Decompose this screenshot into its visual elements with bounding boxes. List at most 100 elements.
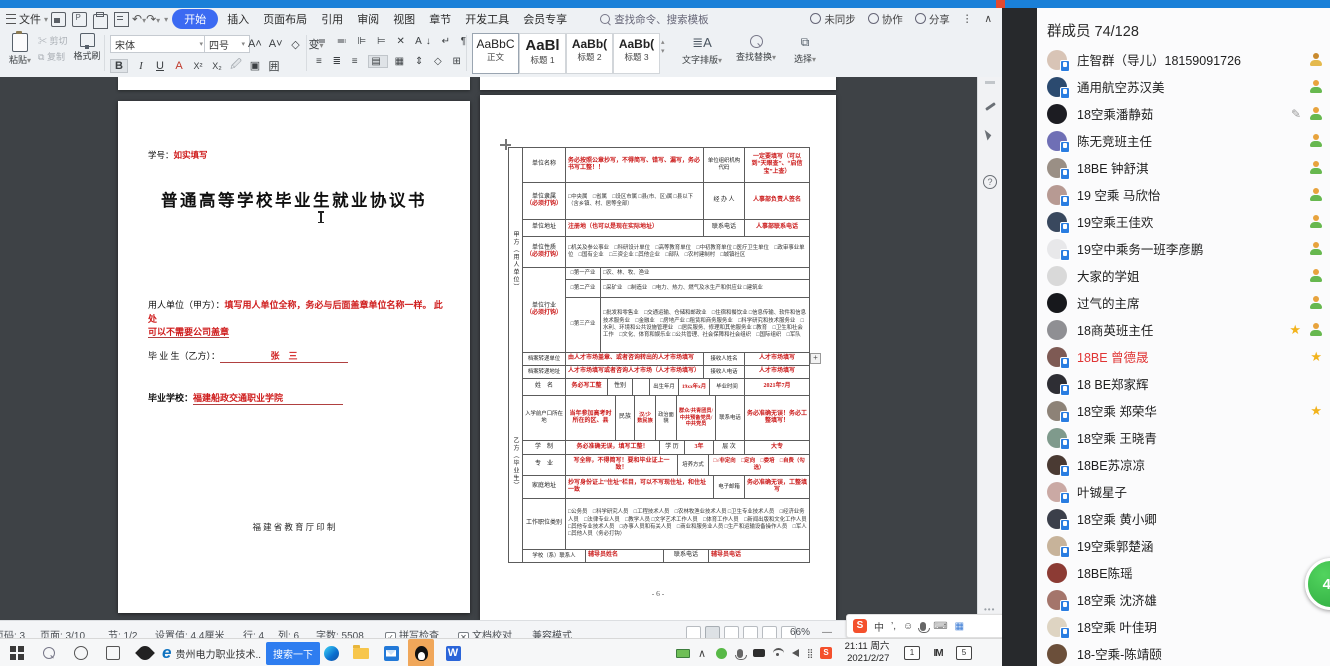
tab-dev-tools[interactable]: 开发工具 <box>458 9 516 29</box>
emoji-icon[interactable]: ☺ <box>903 621 913 632</box>
undo-button[interactable]: ↶▾ <box>132 12 146 26</box>
member-row[interactable]: 19空乘王佳欢 ✎ ★ <box>1037 208 1330 235</box>
table-resize-icon[interactable]: + <box>810 353 821 364</box>
collapse-ribbon-icon[interactable]: ∧ <box>984 13 992 25</box>
member-row[interactable]: 通用航空苏汉美 ✎ ★ <box>1037 73 1330 100</box>
pointer-tool-icon[interactable] <box>985 129 993 141</box>
taskbar-search-button[interactable] <box>36 639 62 666</box>
find-replace-button[interactable]: 查找替换▾ <box>734 35 778 63</box>
font-name-select[interactable]: 宋体▾ <box>110 35 208 53</box>
member-row[interactable]: 18空乘 叶佳玥 ✎ ★ <box>1037 613 1330 640</box>
command-search[interactable]: 查找命令、搜索模板 <box>600 12 709 27</box>
text-layout-button[interactable]: ≣A 文字排版▾ <box>680 35 724 66</box>
member-row[interactable]: 19空乘郭楚涵 ✎ ★ <box>1037 532 1330 559</box>
shrink-font-button[interactable]: A˅ <box>269 38 283 50</box>
grow-font-button[interactable]: A˄ <box>248 38 262 50</box>
export-pdf-button[interactable] <box>72 12 87 27</box>
network-tray-icon[interactable] <box>770 639 786 666</box>
tab-references[interactable]: 引用 <box>314 9 350 29</box>
member-row[interactable]: 过气的主席 ✎ ★ <box>1037 289 1330 316</box>
member-row[interactable]: 大家的学姐 ✎ ★ <box>1037 262 1330 289</box>
notification-window-1[interactable]: 1 <box>902 639 922 666</box>
member-row[interactable]: 18空乘潘静茹 ✎ ★ <box>1037 100 1330 127</box>
bold-button[interactable]: B <box>110 59 128 73</box>
keyboard-icon[interactable]: ⌨ <box>933 621 947 632</box>
member-row[interactable]: 18 BE郑家辉 ✎ ★ <box>1037 370 1330 397</box>
member-row[interactable]: 18商英班主任 ✎ ★ <box>1037 316 1330 343</box>
save-button[interactable] <box>51 12 66 27</box>
im-tray-icon[interactable]: IM <box>926 639 950 666</box>
file-explorer-button[interactable] <box>348 639 374 666</box>
ime-toolbox-icon[interactable]: ▦ <box>955 621 964 632</box>
voice-input-icon[interactable] <box>920 622 926 631</box>
tab-view[interactable]: 视图 <box>386 9 422 29</box>
taskbar-clock[interactable]: 21:11 周六2021/2/27 <box>836 639 898 666</box>
start-button[interactable] <box>4 639 30 666</box>
tray-device-icon[interactable] <box>750 639 768 666</box>
quick-access-more-icon[interactable]: ▾ <box>164 15 168 24</box>
more-menu-icon[interactable]: ⋮ <box>962 13 973 25</box>
page-left[interactable]: 学号：如实填写 普通高等学校毕业生就业协议书 用人单位（甲方）：填写用人单位全称… <box>118 101 470 613</box>
font-color-button[interactable]: A <box>173 60 185 72</box>
tab-review[interactable]: 审阅 <box>350 9 386 29</box>
redo-button[interactable]: ↷▾ <box>146 12 160 26</box>
ime-punctuation[interactable]: ’, <box>891 621 896 632</box>
style-heading3[interactable]: AaBb(标题 3 <box>613 33 660 74</box>
member-row[interactable]: 陈无竞班主任 ✎ ★ <box>1037 127 1330 154</box>
ink-annotate-icon[interactable] <box>984 101 996 113</box>
volume-tray-icon[interactable] <box>788 639 802 666</box>
shading-button[interactable]: ▣ <box>249 59 261 72</box>
share-button[interactable]: 分享 <box>915 12 950 27</box>
pinned-app-button[interactable] <box>132 639 158 666</box>
help-icon[interactable]: ? <box>983 175 997 189</box>
member-row[interactable]: 18空乘 王晓青 ✎ ★ <box>1037 424 1330 451</box>
member-row[interactable]: 18空乘 郑荣华 ✎ ★ <box>1037 397 1330 424</box>
tray-expand-icon[interactable]: ∧ <box>694 639 710 666</box>
ime-mode-chinese[interactable]: 中 <box>874 619 884 634</box>
style-normal[interactable]: AaBbC正文 <box>472 33 519 74</box>
zoom-level[interactable]: 66% <box>790 627 810 638</box>
cortana-button[interactable] <box>68 639 94 666</box>
superscript-button[interactable]: X² <box>192 61 204 71</box>
active-search-window-button[interactable]: 搜索一下 <box>266 639 320 666</box>
member-row[interactable]: 18BE 曾德晟 ✎ ★ <box>1037 343 1330 370</box>
format-painter-button[interactable]: 格式刷 <box>72 33 102 62</box>
member-row[interactable]: 庄智群（导儿）18159091726 ✎ ★ <box>1037 46 1330 73</box>
copy-button[interactable]: ⧉ 复制 <box>38 50 65 65</box>
member-row[interactable]: 19 空乘 马欣怡 ✎ ★ <box>1037 181 1330 208</box>
more-tools-icon[interactable]: ••• <box>984 605 995 614</box>
sync-status[interactable]: 未同步 <box>810 12 856 27</box>
edge-browser-button[interactable] <box>318 639 344 666</box>
input-grid-tray-icon[interactable]: ⣿ <box>803 639 817 666</box>
tray-mic-icon[interactable] <box>732 639 748 666</box>
italic-button[interactable]: I <box>135 60 147 72</box>
style-gallery-arrows[interactable]: ▴▾ <box>661 38 665 56</box>
wps-button[interactable]: W <box>440 639 466 666</box>
member-row[interactable]: 18BE苏凉凉 ✎ ★ <box>1037 451 1330 478</box>
mail-button[interactable] <box>378 639 404 666</box>
paragraph-group-top[interactable]: ≔ ≕ ⊫ ⊨ ✕ A↓ ↵ ¶ <box>316 36 470 47</box>
highlight-button[interactable]: 🖉 <box>230 56 242 75</box>
qq-button[interactable] <box>408 639 434 666</box>
font-size-select[interactable]: 四号▾ <box>204 35 250 53</box>
member-row[interactable]: 18BE 钟舒淇 ✎ ★ <box>1037 154 1330 181</box>
document-area[interactable]: 学号：如实填写 普通高等学校毕业生就业协议书 用人单位（甲方）：填写用人单位全称… <box>0 77 1002 620</box>
phone-link-tray-icon[interactable] <box>674 639 692 666</box>
cut-button[interactable]: ✂ 剪切 <box>38 34 68 49</box>
paragraph-group-bottom[interactable]: ≡ ≣ ≡ ▤ ▦ ⇕ ◇ ⊞ <box>316 56 465 67</box>
member-row[interactable]: 18空乘 沈济雄 ✎ ★ <box>1037 586 1330 613</box>
member-row[interactable]: 19空中乘务一班李彦鹏 ✎ ★ <box>1037 235 1330 262</box>
sogou-tray-icon[interactable]: S <box>818 639 834 666</box>
member-row[interactable]: 18空乘 黄小卿 ✎ ★ <box>1037 505 1330 532</box>
collaborate-button[interactable]: 协作 <box>868 12 903 27</box>
file-menu[interactable]: 文件 ▾ <box>6 11 48 27</box>
style-heading2[interactable]: AaBb(标题 2 <box>566 33 613 74</box>
page-right[interactable]: + 甲方（用人单位） 乙方（毕业生） 单位名称 务必按照公章抄写，不得简写、错写… <box>480 95 836 620</box>
subscript-button[interactable]: X₂ <box>211 61 223 71</box>
notification-window-2[interactable]: 5 <box>954 639 974 666</box>
scrollbar-thumb[interactable] <box>985 81 995 84</box>
print-preview-button[interactable] <box>114 12 129 27</box>
clear-format-button[interactable]: ◇ <box>290 38 302 51</box>
tab-insert[interactable]: 插入 <box>220 9 256 29</box>
underline-button[interactable]: U <box>154 60 166 72</box>
